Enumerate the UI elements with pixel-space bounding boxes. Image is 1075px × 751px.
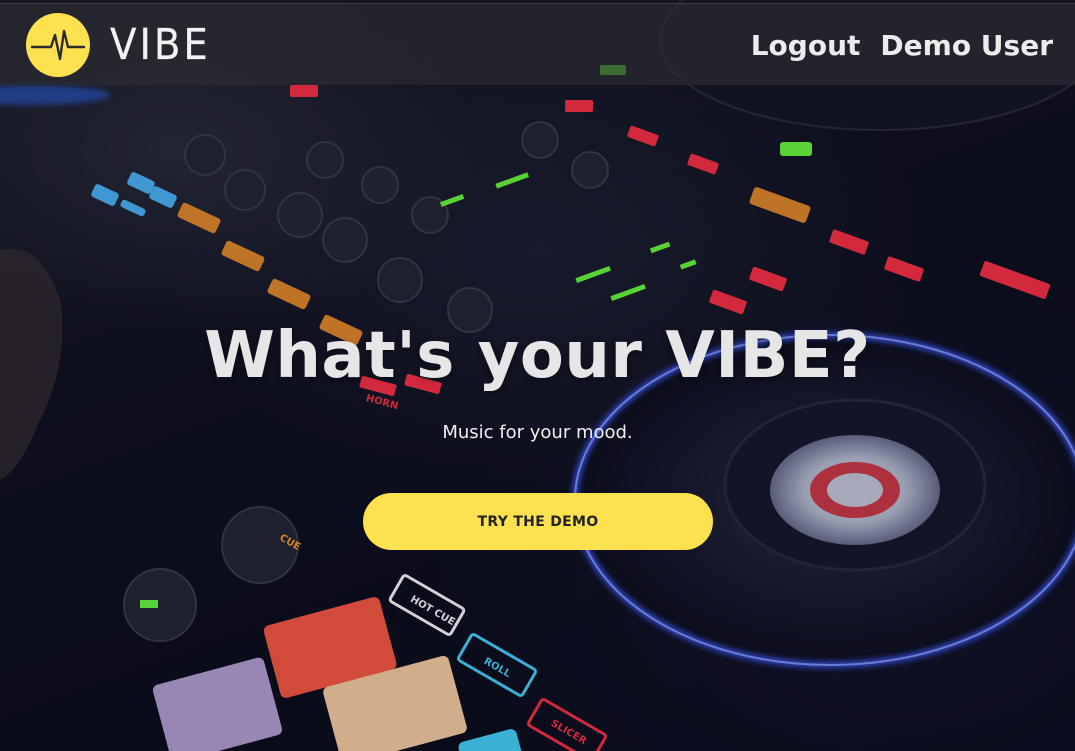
top-navbar: VIBE Logout Demo User	[0, 3, 1075, 85]
brand-logo-link[interactable]: VIBE	[26, 13, 211, 77]
user-profile-link[interactable]: Demo User	[880, 26, 1053, 66]
landing-page: HOT CUE ROLL SLICER CUE HORN VIBE Logout…	[0, 0, 1075, 751]
waveform-pulse-icon	[26, 13, 90, 77]
brand-name: VIBE	[110, 19, 211, 70]
hero-title: What's your VIBE?	[204, 319, 871, 393]
logout-link[interactable]: Logout	[751, 26, 861, 66]
header-nav: Logout Demo User	[751, 26, 1053, 66]
hero-subtitle: Music for your mood.	[442, 422, 633, 443]
try-demo-button[interactable]: TRY THE DEMO	[363, 493, 713, 550]
